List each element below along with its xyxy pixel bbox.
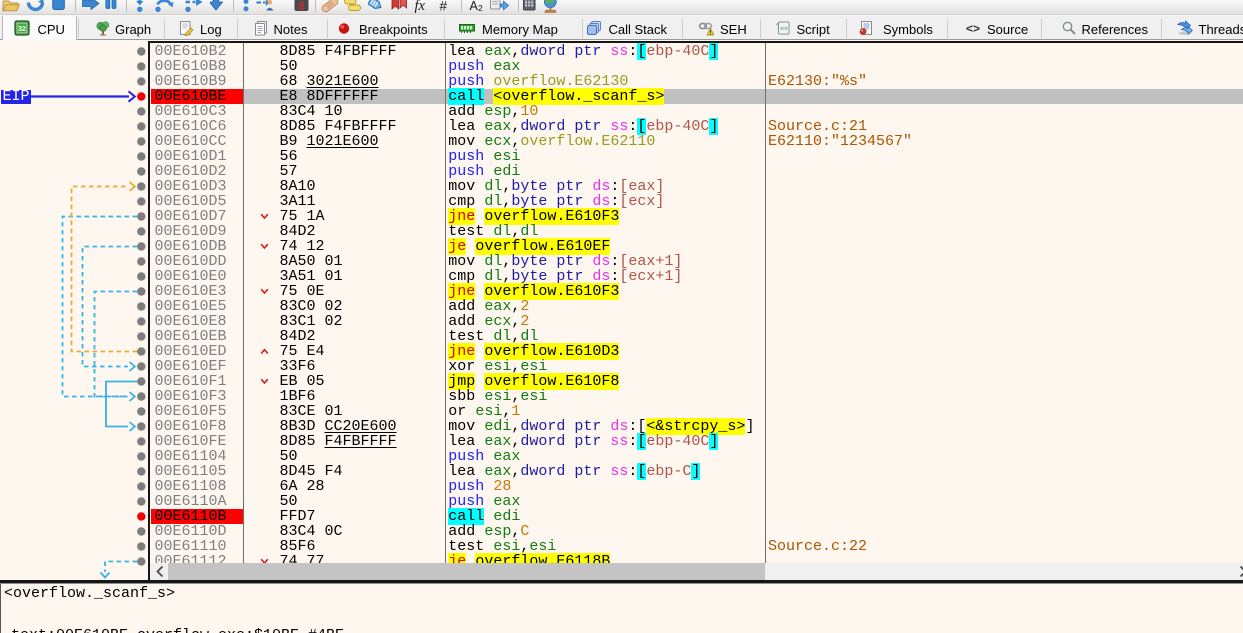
svg-text:fx: fx: [414, 0, 425, 13]
svg-text:8: 8: [298, 0, 305, 13]
svg-text:<>: <>: [780, 26, 788, 33]
svg-text:#: #: [439, 0, 447, 13]
svg-text:<>: <>: [966, 22, 980, 36]
svg-text:2: 2: [478, 3, 483, 13]
